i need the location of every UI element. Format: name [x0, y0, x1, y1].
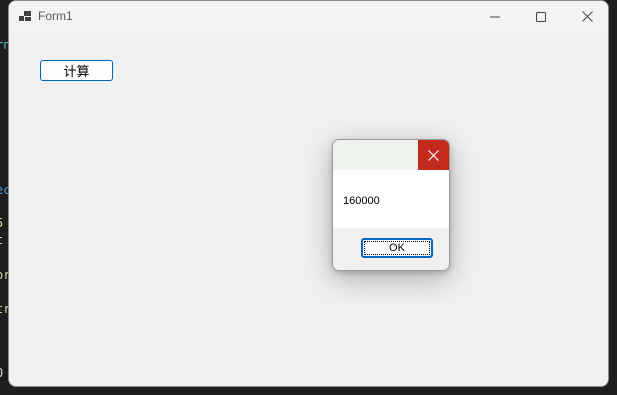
maximize-icon	[536, 11, 546, 22]
editor-fragment: ec	[0, 183, 8, 197]
app-form-icon	[19, 11, 31, 21]
editor-fragment: 5	[0, 216, 3, 230]
close-button[interactable]	[564, 1, 608, 32]
background-editor: rn ec 5 t or tr 0	[0, 0, 8, 395]
close-icon	[428, 149, 439, 161]
message-box-body: 160000	[333, 170, 449, 228]
ok-button[interactable]: OK	[361, 238, 433, 258]
message-box-close-button[interactable]	[418, 140, 449, 170]
maximize-button[interactable]	[518, 1, 564, 32]
minimize-button[interactable]	[472, 1, 518, 32]
message-text: 160000	[343, 195, 380, 207]
minimize-icon	[490, 16, 500, 17]
message-box-titlebar[interactable]	[333, 140, 449, 170]
editor-fragment: 0	[0, 366, 3, 380]
calculate-button[interactable]: 计算	[40, 60, 113, 81]
editor-fragment: or	[0, 268, 8, 282]
main-window: Form1 计算	[8, 0, 609, 387]
message-box-footer: OK	[333, 228, 449, 270]
window-titlebar[interactable]: Form1	[9, 1, 608, 32]
close-icon	[581, 11, 593, 22]
window-title: Form1	[38, 9, 73, 23]
editor-fragment: tr	[0, 302, 8, 316]
editor-fragment: t	[0, 233, 3, 247]
message-box-dialog: 160000 OK	[332, 139, 450, 271]
editor-fragment: rn	[0, 38, 8, 52]
